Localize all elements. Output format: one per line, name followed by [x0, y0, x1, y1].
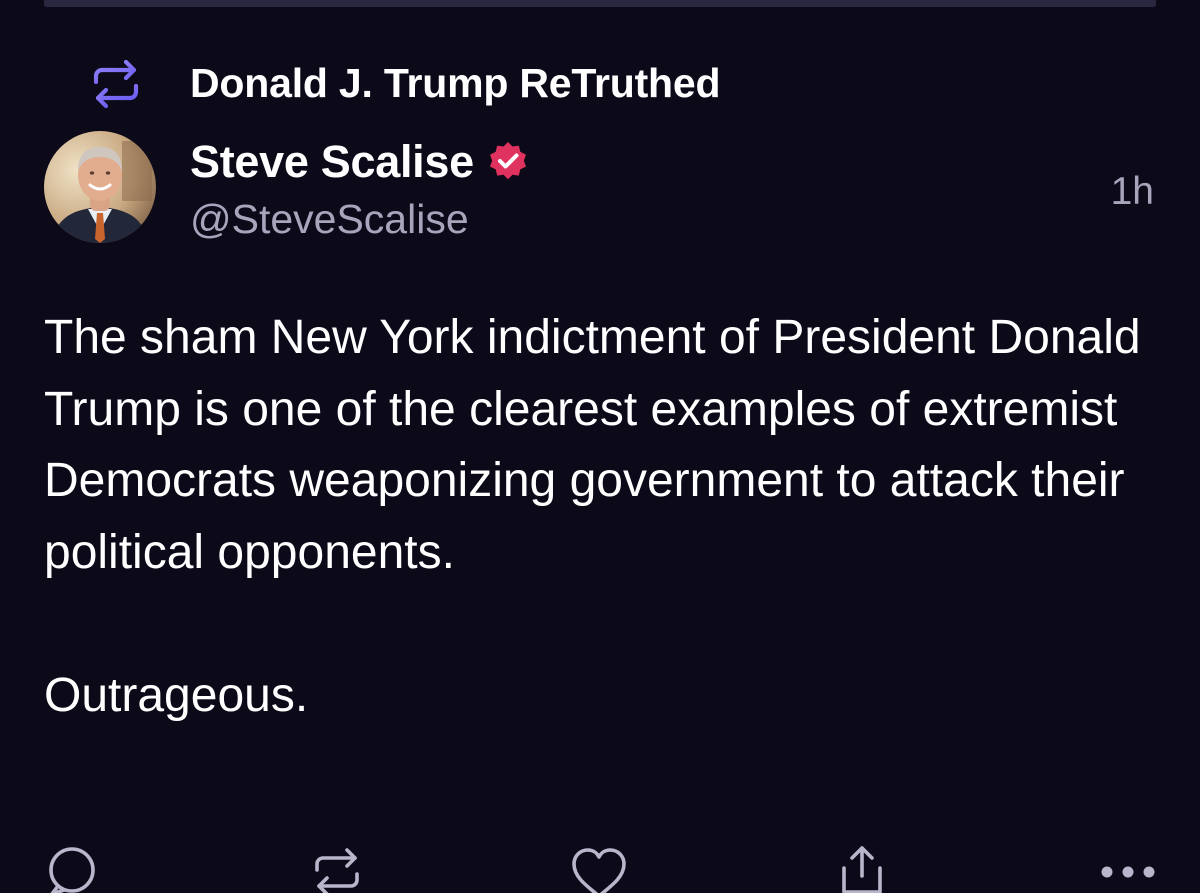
post-paragraph: The sham New York indictment of Presiden… [44, 311, 1141, 579]
action-bar [0, 842, 1200, 893]
author-handle[interactable]: @SteveScalise [190, 196, 469, 243]
retruth-label[interactable]: Donald J. Trump ReTruthed [190, 60, 721, 107]
more-icon[interactable] [1096, 860, 1160, 893]
retruth-header: Donald J. Trump ReTruthed [88, 56, 721, 112]
retruth-indicator-icon [93, 59, 139, 109]
avatar[interactable] [44, 131, 156, 243]
verified-badge-icon [489, 142, 526, 180]
display-name[interactable]: Steve Scalise [190, 136, 474, 188]
heart-icon[interactable] [570, 846, 628, 893]
author-name-row[interactable]: Steve Scalise [190, 136, 530, 188]
reply-icon[interactable] [44, 842, 100, 893]
retruth-icon[interactable] [309, 846, 365, 893]
share-icon[interactable] [836, 842, 888, 893]
post-paragraph: Outrageous. [44, 668, 309, 722]
post-body: The sham New York indictment of Presiden… [44, 302, 1164, 731]
top-divider [44, 0, 1156, 7]
post-timestamp[interactable]: 1h [1111, 170, 1154, 214]
